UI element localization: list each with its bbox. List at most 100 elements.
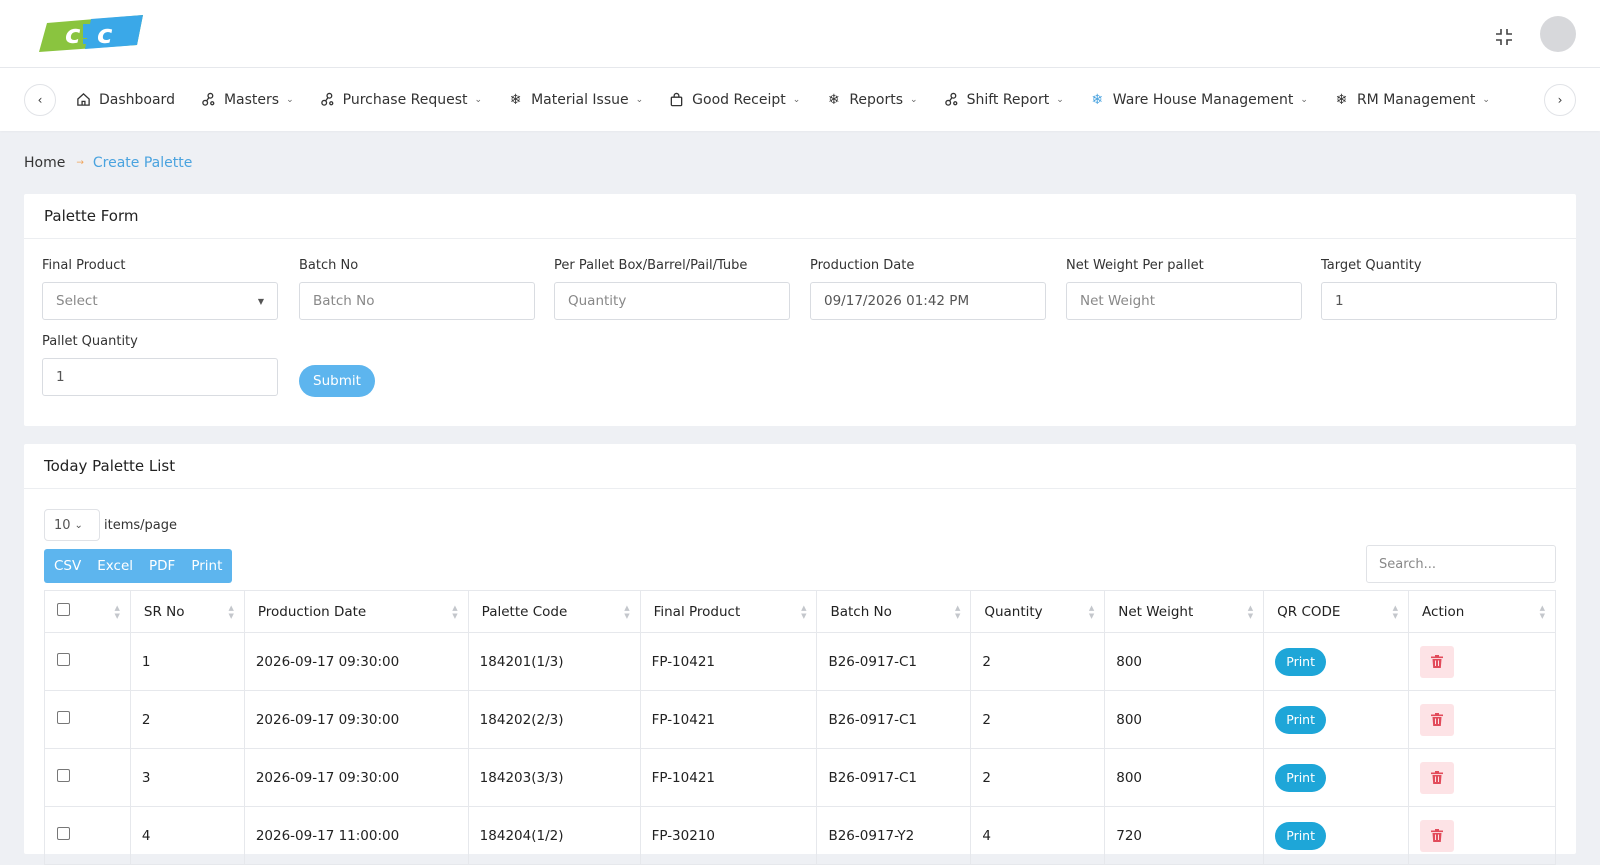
net-weight-input[interactable]: Net Weight <box>1066 282 1302 320</box>
items-per-page-select[interactable]: 10 ⌄ <box>44 509 100 541</box>
link-nodes-icon <box>320 92 334 106</box>
search-input[interactable]: Search... <box>1366 545 1556 583</box>
net-weight-field: Net Weight Per pallet Net Weight <box>1066 258 1302 320</box>
sort-icon[interactable]: ▲ ▼ <box>801 604 806 620</box>
breadcrumb-home-link[interactable]: Home <box>24 155 65 171</box>
exit-fullscreen-icon[interactable] <box>1495 28 1513 46</box>
column-header[interactable]: SR No ▲ ▼ <box>129 590 245 633</box>
sort-icon[interactable]: ▲ ▼ <box>452 604 457 620</box>
gear-icon: ❄ <box>827 91 840 108</box>
nav-item-dashboard[interactable]: Dashboard <box>76 92 175 108</box>
palette-form-card: Palette Form Final Product Select ▼ Batc… <box>24 194 1576 426</box>
nav-item-purchase-request[interactable]: Purchase Request ⌄ <box>320 92 482 108</box>
gear-icon: ❄ <box>509 91 522 108</box>
row-checkbox[interactable] <box>57 769 70 782</box>
delete-button[interactable] <box>1420 761 1455 794</box>
row-checkbox[interactable] <box>57 827 70 840</box>
table-row: 1 2026-09-17 09:30:00 184201(1/3) FP-104… <box>44 632 1556 691</box>
final-product-field: Final Product Select ▼ <box>42 258 278 320</box>
nav-item-ware-house-management[interactable]: ❄ Ware House Management ⌄ <box>1090 92 1308 108</box>
table-row: 2 2026-09-17 09:30:00 184202(2/3) FP-104… <box>44 690 1556 749</box>
company-logo[interactable]: c c <box>39 15 143 52</box>
nav-item-good-receipt[interactable]: Good Receipt ⌄ <box>669 92 800 108</box>
palette-table: ▲ ▼ SR No ▲ ▼ Production Date ▲ ▼ Palette Cod… <box>44 590 1556 865</box>
column-header[interactable]: Final Product ▲ ▼ <box>639 590 818 633</box>
trash-icon <box>1431 829 1444 842</box>
chevron-down-icon: ⌄ <box>286 94 294 105</box>
sort-icon[interactable]: ▲ ▼ <box>228 604 233 620</box>
sort-icon[interactable]: ▲ ▼ <box>1089 604 1094 620</box>
nav-scroll-right-button[interactable]: › <box>1544 84 1576 116</box>
select-all-checkbox[interactable] <box>57 603 70 616</box>
batch-no-field: Batch No Batch No <box>299 258 535 320</box>
export-excel-button[interactable]: Excel <box>89 558 141 574</box>
column-header[interactable]: Quantity ▲ ▼ <box>970 590 1106 633</box>
top-header: c c <box>0 0 1600 68</box>
submit-button[interactable]: Submit <box>299 365 375 397</box>
user-avatar[interactable] <box>1540 16 1576 52</box>
pallet-quantity-field: Pallet Quantity 1 <box>42 334 278 396</box>
final-product-select[interactable]: Select ▼ <box>42 282 278 320</box>
trash-icon <box>1431 713 1444 726</box>
column-header[interactable]: Net Weight ▲ ▼ <box>1104 590 1265 633</box>
column-header[interactable]: Batch No ▲ ▼ <box>816 590 972 633</box>
nav-items: Dashboard Masters ⌄ Purchase Request ⌄ ❄… <box>76 68 1516 131</box>
sort-icon[interactable]: ▲ ▼ <box>1540 604 1545 620</box>
sort-icon[interactable]: ▲ ▼ <box>1248 604 1253 620</box>
delete-button[interactable] <box>1420 703 1455 736</box>
per-pallet-quantity-input[interactable]: Quantity <box>554 282 790 320</box>
caret-down-icon: ▼ <box>257 296 264 306</box>
batch-no-input[interactable]: Batch No <box>299 282 535 320</box>
per-pallet-field: Per Pallet Box/Barrel/Pail/Tube Quantity <box>554 258 790 320</box>
svg-text:c: c <box>97 20 113 50</box>
sort-icon[interactable]: ▲ ▼ <box>1393 604 1398 620</box>
nav-scroll-left-button[interactable]: ‹ <box>24 84 56 116</box>
production-date-field: Production Date 09/17/2026 01:42 PM <box>810 258 1046 320</box>
qr-print-button[interactable]: Print <box>1275 763 1327 792</box>
production-date-input[interactable]: 09/17/2026 01:42 PM <box>810 282 1046 320</box>
sort-icon[interactable]: ▲ ▼ <box>624 604 629 620</box>
export-pdf-button[interactable]: PDF <box>141 558 183 574</box>
nav-item-shift-report[interactable]: Shift Report ⌄ <box>944 92 1064 108</box>
delete-button[interactable] <box>1420 645 1455 678</box>
nav-item-masters[interactable]: Masters ⌄ <box>201 92 294 108</box>
gear-icon: ❄ <box>1335 91 1348 108</box>
export-csv-button[interactable]: CSV <box>46 558 89 574</box>
link-nodes-icon <box>944 92 957 106</box>
sort-icon[interactable]: ▲ ▼ <box>115 604 120 620</box>
palette-form-title: Palette Form <box>24 194 1576 239</box>
row-checkbox[interactable] <box>57 653 70 666</box>
table-header-row: ▲ ▼ SR No ▲ ▼ Production Date ▲ ▼ Palette Cod… <box>44 590 1556 633</box>
column-header[interactable]: QR CODE ▲ ▼ <box>1263 590 1410 633</box>
row-checkbox[interactable] <box>57 711 70 724</box>
chevron-down-icon: ⌄ <box>1482 94 1490 105</box>
chevron-down-icon: ⌄ <box>1056 94 1064 105</box>
link-nodes-icon <box>202 92 215 106</box>
chevron-down-icon: ⌄ <box>910 94 918 105</box>
export-print-button[interactable]: Print <box>183 558 230 574</box>
sort-icon[interactable]: ▲ ▼ <box>955 604 960 620</box>
chevron-left-icon: ‹ <box>37 93 43 107</box>
select-all-header: ▲ ▼ <box>44 590 131 633</box>
items-per-page: 10 ⌄ items/page <box>44 509 177 541</box>
column-header[interactable]: Palette Code ▲ ▼ <box>467 590 641 633</box>
column-header[interactable]: Production Date ▲ ▼ <box>243 590 469 633</box>
home-icon <box>77 92 90 106</box>
column-header[interactable]: Action ▲ ▼ <box>1408 590 1556 633</box>
chevron-down-icon: ⌄ <box>635 94 644 105</box>
delete-button[interactable] <box>1420 819 1455 852</box>
trash-icon <box>1431 771 1444 784</box>
chevron-down-icon: ⌄ <box>1300 94 1308 105</box>
qr-print-button[interactable]: Print <box>1275 647 1327 676</box>
target-quantity-field: Target Quantity 1 <box>1321 258 1557 320</box>
nav-item-material-issue[interactable]: ❄ Material Issue ⌄ <box>508 92 643 108</box>
target-quantity-input[interactable]: 1 <box>1321 282 1557 320</box>
qr-print-button[interactable]: Print <box>1275 821 1327 850</box>
chevron-right-icon: › <box>1557 93 1563 107</box>
nav-item-reports[interactable]: ❄ Reports ⌄ <box>826 91 918 108</box>
table-row: 3 2026-09-17 09:30:00 184203(3/3) FP-104… <box>44 748 1556 807</box>
qr-print-button[interactable]: Print <box>1275 705 1327 734</box>
trash-icon <box>1431 655 1444 668</box>
nav-item-rm-management[interactable]: ❄ RM Management ⌄ <box>1334 92 1490 108</box>
pallet-quantity-input[interactable]: 1 <box>42 358 278 396</box>
